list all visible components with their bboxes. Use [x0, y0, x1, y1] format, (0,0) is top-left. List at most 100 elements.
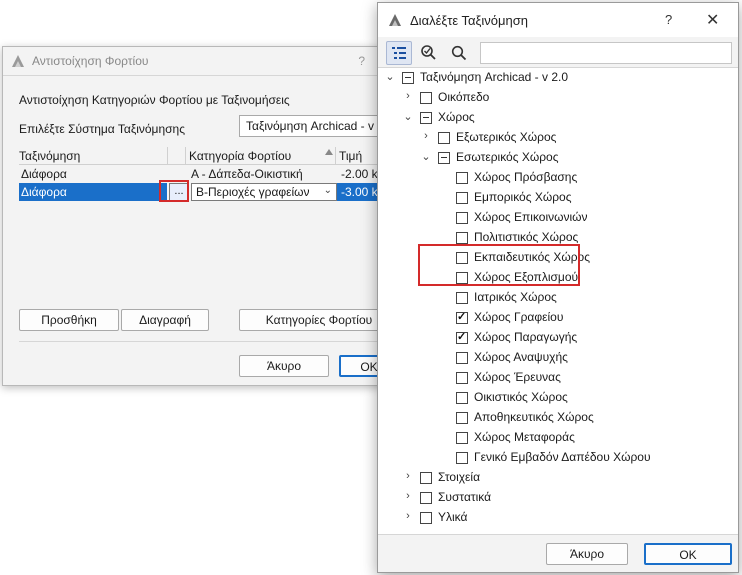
tree-item-label: Αποθηκευτικός Χώρος: [474, 410, 594, 424]
tree-item-label: Συστατικά: [438, 490, 492, 504]
tree-item[interactable]: Χώρος Παραγωγής: [378, 328, 738, 348]
tree-item-checkbox[interactable]: [420, 472, 432, 484]
chevron-down-icon: ⌄: [323, 185, 332, 196]
classification-system-label: Επιλέξτε Σύστημα Ταξινόμησης: [19, 122, 185, 136]
tree-item-checkbox[interactable]: [420, 512, 432, 524]
tree-item-checkbox[interactable]: [456, 330, 468, 344]
tree-item[interactable]: › Εξωτερικός Χώρος: [378, 128, 738, 148]
tree-item-checkbox[interactable]: [420, 492, 432, 504]
chevron-right-icon[interactable]: ›: [402, 490, 414, 502]
tree-item[interactable]: › Στοιχεία: [378, 468, 738, 488]
tree-item-label: Ταξινόμηση Archicad - v 2.0: [420, 70, 569, 84]
tree-item[interactable]: Χώρος Πρόσβασης: [378, 168, 738, 188]
table-row[interactable]: Διάφορα Α - Δάπεδα-Οικιστική -2.00 kN/m²: [19, 165, 404, 183]
load-category-dropdown[interactable]: Β-Περιοχές γραφείων ⌄: [191, 183, 337, 201]
search-checked-icon: [421, 45, 436, 60]
tree-item-label: Εμπορικός Χώρος: [474, 190, 572, 204]
chevron-down-icon[interactable]: ⌄: [420, 150, 432, 163]
tree-item-checkbox[interactable]: [438, 152, 450, 164]
tree-item-checkbox[interactable]: [420, 92, 432, 104]
list-view-button[interactable]: [386, 41, 412, 65]
chevron-right-icon[interactable]: ›: [402, 470, 414, 482]
tree-item[interactable]: Γενικό Εμβαδόν Δαπέδου Χώρου: [378, 448, 738, 468]
tree-item-label: Ιατρικός Χώρος: [474, 290, 557, 304]
tree-item-checkbox[interactable]: [456, 232, 468, 244]
tree-item-checkbox[interactable]: [456, 352, 468, 364]
tree-item-label: Εξωτερικός Χώρος: [456, 130, 557, 144]
chevron-down-icon[interactable]: ⌄: [384, 70, 396, 83]
column-header-classification[interactable]: Ταξινόμηση: [19, 149, 80, 163]
tree-item-checkbox[interactable]: [456, 412, 468, 424]
tree-item-label: Χώρος: [438, 110, 475, 124]
tree-item[interactable]: ⌄ Ταξινόμηση Archicad - v 2.0: [378, 68, 738, 88]
tree-item[interactable]: ⌄ Εσωτερικός Χώρος: [378, 148, 738, 168]
tree-item-label: Πολιτιστικός Χώρος: [474, 230, 579, 244]
tree-item-label: Χώρος Αναψυχής: [474, 350, 568, 364]
choose-classification-title: Διαλέξτε Ταξινόμηση: [410, 12, 528, 28]
tree-item-checkbox[interactable]: [456, 292, 468, 304]
tree-item[interactable]: Χώρος Έρευνας: [378, 368, 738, 388]
tree-item[interactable]: Χώρος Επικοινωνιών: [378, 208, 738, 228]
chevron-right-icon[interactable]: ›: [420, 130, 432, 142]
search-input[interactable]: [480, 42, 732, 64]
tree-item-checkbox[interactable]: [456, 372, 468, 384]
chevron-right-icon[interactable]: ›: [402, 90, 414, 102]
classification-system-select[interactable]: Ταξινόμηση Archicad - v 2.0: [239, 115, 399, 137]
show-checked-button[interactable]: [416, 41, 442, 65]
tree-item-checkbox[interactable]: [438, 132, 450, 144]
ok-button[interactable]: OK: [644, 543, 732, 565]
column-separator: [167, 147, 168, 165]
tree-item-checkbox[interactable]: [456, 392, 468, 404]
callout-highlight-box: [159, 180, 189, 202]
add-button[interactable]: Προσθήκη: [19, 309, 119, 331]
load-mapping-dialog: Αντιστοίχηση Φορτίου ? Αντιστοίχηση Κατη…: [2, 46, 404, 386]
tree-item[interactable]: › Υλικά: [378, 508, 738, 528]
tree-item[interactable]: Χώρος Αναψυχής: [378, 348, 738, 368]
cancel-button[interactable]: Άκυρο: [546, 543, 628, 565]
tree-item-label: Χώρος Παραγωγής: [474, 330, 578, 344]
chevron-right-icon[interactable]: ›: [402, 510, 414, 522]
tree-item[interactable]: Χώρος Μεταφοράς: [378, 428, 738, 448]
delete-button[interactable]: Διαγραφή: [121, 309, 209, 331]
archicad-app-icon: [389, 14, 401, 26]
tree-item[interactable]: › Οικόπεδο: [378, 88, 738, 108]
tree-item[interactable]: Χώρος Γραφείου: [378, 308, 738, 328]
cancel-button[interactable]: Άκυρο: [239, 355, 329, 377]
column-header-load-category[interactable]: Κατηγορία Φορτίου: [189, 149, 291, 163]
tree-item-label: Υλικά: [438, 510, 468, 524]
tree-item-label: Χώρος Μεταφοράς: [474, 430, 575, 444]
load-categories-button[interactable]: Κατηγορίες Φορτίου: [239, 309, 399, 331]
cell-classification: Διάφορα: [21, 167, 67, 181]
search-icon: [451, 45, 467, 61]
help-button[interactable]: ?: [665, 12, 672, 27]
tree-item[interactable]: ⌄ Χώρος: [378, 108, 738, 128]
tree-item[interactable]: Οικιστικός Χώρος: [378, 388, 738, 408]
tree-item[interactable]: › Συστατικά: [378, 488, 738, 508]
tree-item[interactable]: Αποθηκευτικός Χώρος: [378, 408, 738, 428]
divider: [3, 75, 391, 76]
tree-item-checkbox[interactable]: [456, 310, 468, 324]
column-separator: [185, 147, 186, 165]
close-button[interactable]: ✕: [706, 10, 719, 30]
help-button[interactable]: ?: [358, 54, 365, 68]
sort-ascending-icon: [325, 149, 333, 155]
search-button[interactable]: [446, 41, 472, 65]
tree-item-checkbox[interactable]: [456, 172, 468, 184]
tree-item-checkbox[interactable]: [456, 212, 468, 224]
tree-item[interactable]: Ιατρικός Χώρος: [378, 288, 738, 308]
tree-item-label: Χώρος Έρευνας: [474, 370, 561, 384]
cell-classification: Διάφορα: [21, 185, 67, 199]
column-header-value[interactable]: Τιμή: [339, 149, 362, 163]
tree-item-label: Γενικό Εμβαδόν Δαπέδου Χώρου: [474, 450, 651, 464]
classification-tree: ⌄ Ταξινόμηση Archicad - v 2.0 › Οικόπεδο ⌄ Χώ…: [378, 67, 738, 535]
tree-item-label: Χώρος Επικοινωνιών: [474, 210, 588, 224]
tree-item-checkbox[interactable]: [420, 112, 432, 124]
tree-item-checkbox[interactable]: [402, 72, 414, 84]
tree-item[interactable]: Εμπορικός Χώρος: [378, 188, 738, 208]
table-row-selected[interactable]: Διάφορα ... Β-Περιοχές γραφείων ⌄ -3.00 …: [19, 183, 404, 201]
choose-classification-titlebar: Διαλέξτε Ταξινόμηση: [378, 3, 738, 37]
tree-item-checkbox[interactable]: [456, 432, 468, 444]
tree-item-checkbox[interactable]: [456, 452, 468, 464]
tree-item-checkbox[interactable]: [456, 192, 468, 204]
chevron-down-icon[interactable]: ⌄: [402, 110, 414, 123]
